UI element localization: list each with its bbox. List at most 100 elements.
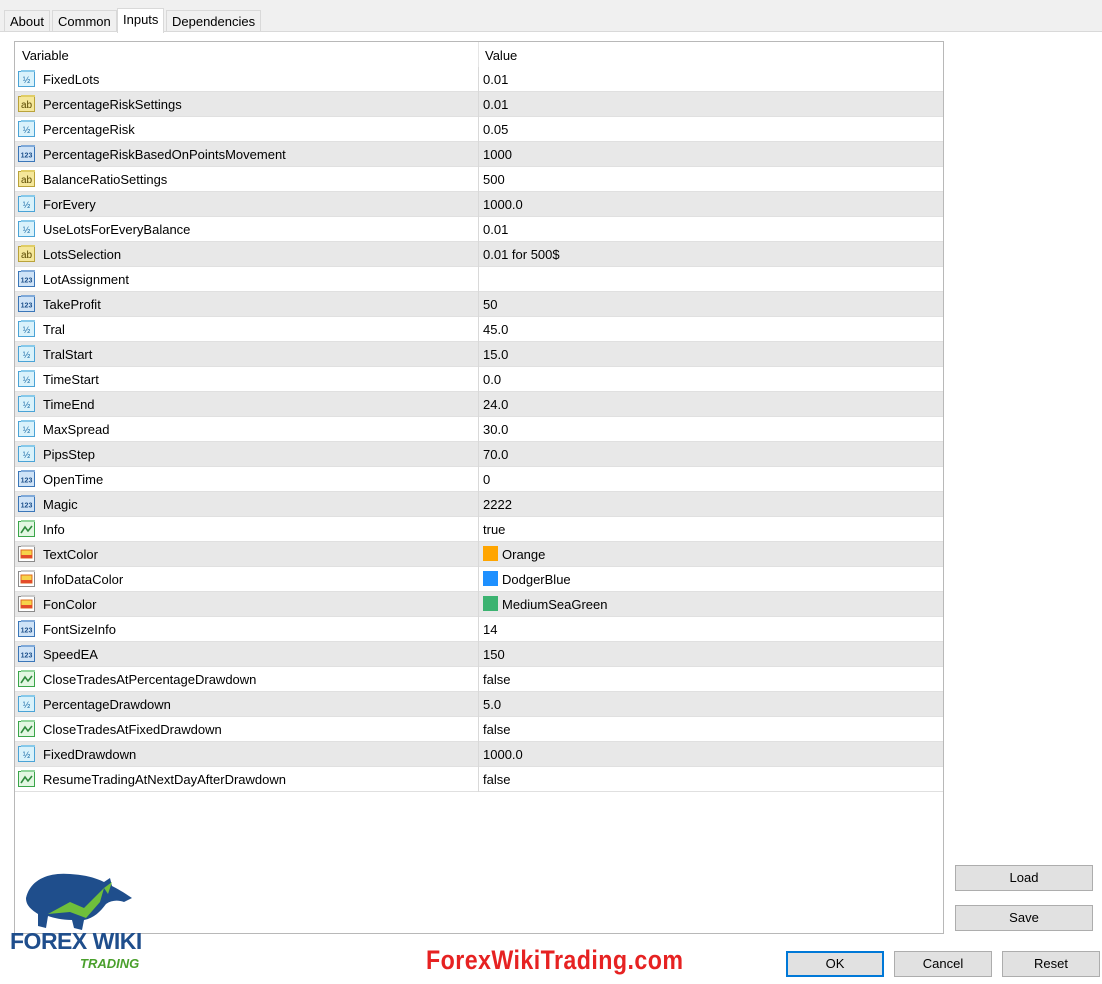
parameter-name: FontSizeInfo <box>43 622 116 637</box>
parameter-row[interactable]: ½ ForEvery 1000.0 <box>15 192 943 217</box>
parameter-name: ForEvery <box>43 197 96 212</box>
cell-divider <box>478 192 479 217</box>
svg-text:½: ½ <box>23 75 31 85</box>
double-icon: ½ <box>17 319 38 339</box>
double-icon: ½ <box>17 444 38 464</box>
svg-text:123: 123 <box>21 478 33 485</box>
parameter-value[interactable]: false <box>483 672 510 687</box>
tab-common[interactable]: Common <box>52 10 117 32</box>
parameter-value[interactable]: 15.0 <box>483 347 508 362</box>
ok-button[interactable]: OK <box>786 951 884 977</box>
color-icon <box>17 544 38 564</box>
tab-about[interactable]: About <box>4 10 50 32</box>
parameter-row[interactable]: ½ TimeEnd 24.0 <box>15 392 943 417</box>
parameter-value[interactable]: 0 <box>483 472 490 487</box>
parameter-value[interactable]: 50 <box>483 297 497 312</box>
parameter-row[interactable]: ½ MaxSpread 30.0 <box>15 417 943 442</box>
parameter-row[interactable]: ½ PipsStep 70.0 <box>15 442 943 467</box>
color-swatch[interactable] <box>483 571 498 586</box>
parameter-row[interactable]: CloseTradesAtFixedDrawdown false <box>15 717 943 742</box>
parameter-value[interactable]: 500 <box>483 172 505 187</box>
parameter-row[interactable]: 123 PercentageRiskBasedOnPointsMovement 10… <box>15 142 943 167</box>
color-swatch[interactable] <box>483 546 498 561</box>
parameter-row[interactable]: 123 OpenTime 0 <box>15 467 943 492</box>
reset-button[interactable]: Reset <box>1002 951 1100 977</box>
parameter-value[interactable]: MediumSeaGreen <box>502 597 608 612</box>
parameter-row[interactable]: ½ UseLotsForEveryBalance 0.01 <box>15 217 943 242</box>
parameter-row[interactable]: Info true <box>15 517 943 542</box>
parameter-value[interactable]: 24.0 <box>483 397 508 412</box>
parameter-name: LotsSelection <box>43 247 122 262</box>
parameter-value[interactable]: 5.0 <box>483 697 501 712</box>
parameter-row[interactable]: CloseTradesAtPercentageDrawdown false <box>15 667 943 692</box>
parameter-row[interactable]: ½ FixedDrawdown 1000.0 <box>15 742 943 767</box>
parameter-row[interactable]: ½ PercentageDrawdown 5.0 <box>15 692 943 717</box>
cancel-button[interactable]: Cancel <box>894 951 992 977</box>
cell-divider <box>478 617 479 642</box>
parameter-row[interactable]: ½ PercentageRisk 0.05 <box>15 117 943 142</box>
parameter-row[interactable]: ½ FixedLots 0.01 <box>15 67 943 92</box>
parameter-value[interactable]: 0.05 <box>483 122 508 137</box>
parameter-row[interactable]: ½ Tral 45.0 <box>15 317 943 342</box>
tab-inputs[interactable]: Inputs <box>117 8 165 33</box>
parameter-row[interactable]: 123 LotAssignment <box>15 267 943 292</box>
svg-text:½: ½ <box>23 325 31 335</box>
parameter-value[interactable]: 1000.0 <box>483 197 523 212</box>
parameter-value[interactable]: 0.0 <box>483 372 501 387</box>
parameter-row[interactable]: ResumeTradingAtNextDayAfterDrawdown false <box>15 767 943 792</box>
column-header-value[interactable]: Value <box>479 42 943 67</box>
parameter-row[interactable]: InfoDataColor DodgerBlue <box>15 567 943 592</box>
parameter-value[interactable]: 1000.0 <box>483 747 523 762</box>
string-icon: ab <box>17 169 38 189</box>
cell-divider <box>478 467 479 492</box>
parameter-value[interactable]: 1000 <box>483 147 512 162</box>
parameter-value[interactable]: 14 <box>483 622 497 637</box>
parameter-value[interactable]: false <box>483 722 510 737</box>
parameter-row[interactable]: 123 Magic 2222 <box>15 492 943 517</box>
parameter-row[interactable]: ab BalanceRatioSettings 500 <box>15 167 943 192</box>
parameter-value[interactable]: DodgerBlue <box>502 572 571 587</box>
bool-icon <box>17 769 38 789</box>
load-button[interactable]: Load <box>955 865 1093 891</box>
parameter-value[interactable]: false <box>483 772 510 787</box>
parameter-value[interactable]: 0.01 for 500$ <box>483 247 560 262</box>
parameter-row[interactable]: ab PercentageRiskSettings 0.01 <box>15 92 943 117</box>
parameter-value[interactable]: 150 <box>483 647 505 662</box>
cell-divider <box>478 267 479 292</box>
parameter-value[interactable]: 70.0 <box>483 447 508 462</box>
parameter-row[interactable]: ½ TralStart 15.0 <box>15 342 943 367</box>
parameter-value[interactable]: 2222 <box>483 497 512 512</box>
color-swatch[interactable] <box>483 596 498 611</box>
parameter-name: PercentageRisk <box>43 122 135 137</box>
parameter-name: PipsStep <box>43 447 96 462</box>
save-button[interactable]: Save <box>955 905 1093 931</box>
parameter-name: ResumeTradingAtNextDayAfterDrawdown <box>43 772 287 787</box>
svg-text:½: ½ <box>23 375 31 385</box>
tab-dependencies[interactable]: Dependencies <box>166 10 262 32</box>
parameter-row[interactable]: FonColor MediumSeaGreen <box>15 592 943 617</box>
parameter-name: PercentageRiskBasedOnPointsMovement <box>43 147 286 162</box>
parameter-value[interactable]: 0.01 <box>483 72 508 87</box>
parameter-name: MaxSpread <box>43 422 110 437</box>
parameter-value[interactable]: true <box>483 522 505 537</box>
parameter-value[interactable]: Orange <box>502 547 545 562</box>
cell-divider <box>478 717 479 742</box>
parameter-value[interactable]: 30.0 <box>483 422 508 437</box>
parameter-name: PercentageRiskSettings <box>43 97 182 112</box>
parameter-row[interactable]: 123 FontSizeInfo 14 <box>15 617 943 642</box>
cell-divider <box>478 392 479 417</box>
parameter-row[interactable]: ab LotsSelection 0.01 for 500$ <box>15 242 943 267</box>
parameter-row[interactable]: 123 TakeProfit 50 <box>15 292 943 317</box>
inputs-grid: Variable Value ½ FixedLots 0.01 ab Percentag… <box>14 41 944 934</box>
cell-divider <box>478 767 479 792</box>
tab-label: Common <box>58 14 111 29</box>
svg-text:ab: ab <box>21 175 33 186</box>
parameter-row[interactable]: 123 SpeedEA 150 <box>15 642 943 667</box>
parameter-value[interactable]: 0.01 <box>483 222 508 237</box>
parameter-row[interactable]: TextColor Orange <box>15 542 943 567</box>
column-header-variable[interactable]: Variable <box>15 42 479 67</box>
parameter-value[interactable]: 0.01 <box>483 97 508 112</box>
parameter-row[interactable]: ½ TimeStart 0.0 <box>15 367 943 392</box>
parameter-value[interactable]: 45.0 <box>483 322 508 337</box>
svg-text:123: 123 <box>21 303 33 310</box>
